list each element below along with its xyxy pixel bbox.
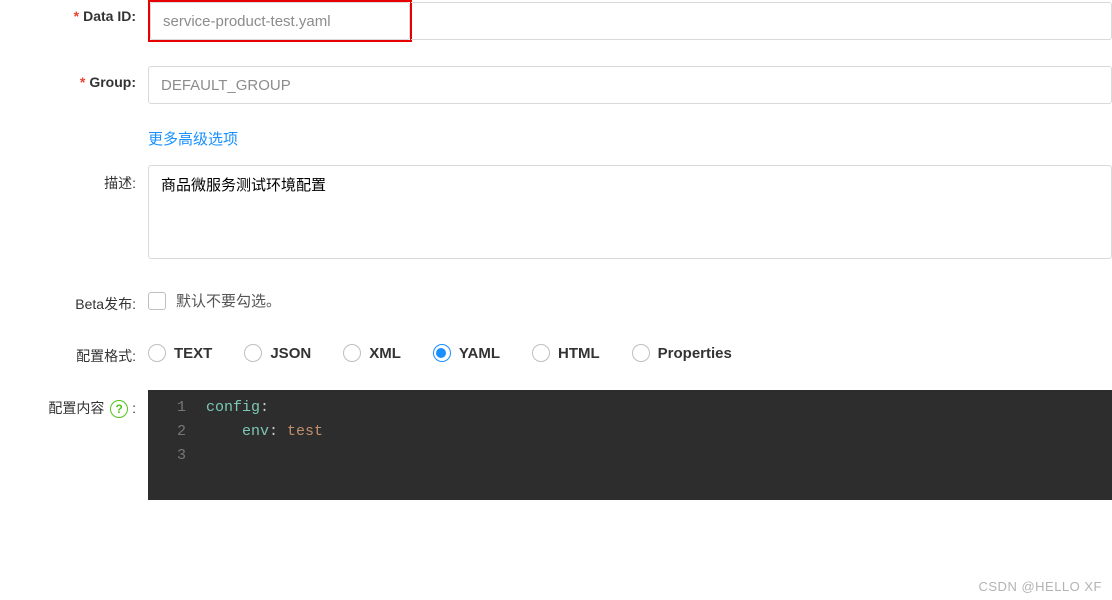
row-beta: Beta发布: 默认不要勾选。: [0, 286, 1112, 314]
row-group: *Group:: [0, 66, 1112, 104]
description-textarea[interactable]: 商品微服务测试环境配置: [148, 165, 1112, 259]
radio-circle[interactable]: [343, 344, 361, 362]
radio-label: Properties: [658, 345, 732, 362]
data-id-input[interactable]: [150, 2, 410, 40]
field-group: [148, 66, 1112, 104]
radio-circle[interactable]: [244, 344, 262, 362]
format-radio-text[interactable]: TEXT: [148, 344, 212, 362]
beta-checkbox[interactable]: [148, 292, 166, 310]
radio-circle[interactable]: [532, 344, 550, 362]
format-radio-html[interactable]: HTML: [532, 344, 600, 362]
row-data-id: *Data ID:: [0, 0, 1112, 42]
label-data-id: *Data ID:: [0, 0, 148, 24]
config-form: *Data ID: *Group: 更多高级选项 描述: 商品微服务测试环境配置: [0, 0, 1112, 500]
radio-circle[interactable]: [632, 344, 650, 362]
watermark: CSDN @HELLO XF: [979, 579, 1103, 594]
format-radio-yaml[interactable]: YAML: [433, 344, 500, 362]
radio-label: TEXT: [174, 345, 212, 362]
field-beta: 默认不要勾选。: [148, 286, 1112, 311]
label-group: *Group:: [0, 66, 148, 90]
data-id-input-rest[interactable]: [411, 2, 1112, 40]
radio-label: JSON: [270, 345, 311, 362]
code-lines[interactable]: config: env: test: [196, 390, 333, 500]
format-radio-properties[interactable]: Properties: [632, 344, 732, 362]
radio-circle[interactable]: [433, 344, 451, 362]
radio-label: HTML: [558, 345, 600, 362]
row-more-options: 更多高级选项: [0, 128, 1112, 149]
row-content: 配置内容 ? : 123 config: env: test: [0, 390, 1112, 500]
beta-hint: 默认不要勾选。: [176, 290, 281, 311]
format-radio-group: TEXT JSON XML YAML HTML Properties: [148, 338, 1112, 362]
more-options-link[interactable]: 更多高级选项: [148, 131, 238, 148]
code-editor[interactable]: 123 config: env: test: [148, 390, 1112, 500]
code-gutter: 123: [148, 390, 196, 500]
format-radio-xml[interactable]: XML: [343, 344, 401, 362]
field-data-id: [148, 0, 1112, 42]
highlight-box: [148, 0, 412, 42]
field-description: 商品微服务测试环境配置: [148, 165, 1112, 262]
format-radio-json[interactable]: JSON: [244, 344, 311, 362]
radio-circle[interactable]: [148, 344, 166, 362]
row-format: 配置格式: TEXT JSON XML YAML HTML Properties: [0, 338, 1112, 366]
label-content: 配置内容 ? :: [0, 390, 148, 418]
row-description: 描述: 商品微服务测试环境配置: [0, 165, 1112, 262]
label-format: 配置格式:: [0, 338, 148, 366]
radio-label: XML: [369, 345, 401, 362]
group-input[interactable]: [148, 66, 1112, 104]
radio-label: YAML: [459, 345, 500, 362]
label-beta: Beta发布:: [0, 286, 148, 314]
help-icon[interactable]: ?: [110, 400, 128, 418]
label-description: 描述:: [0, 165, 148, 193]
required-marker: *: [80, 74, 85, 90]
required-marker: *: [74, 8, 79, 24]
